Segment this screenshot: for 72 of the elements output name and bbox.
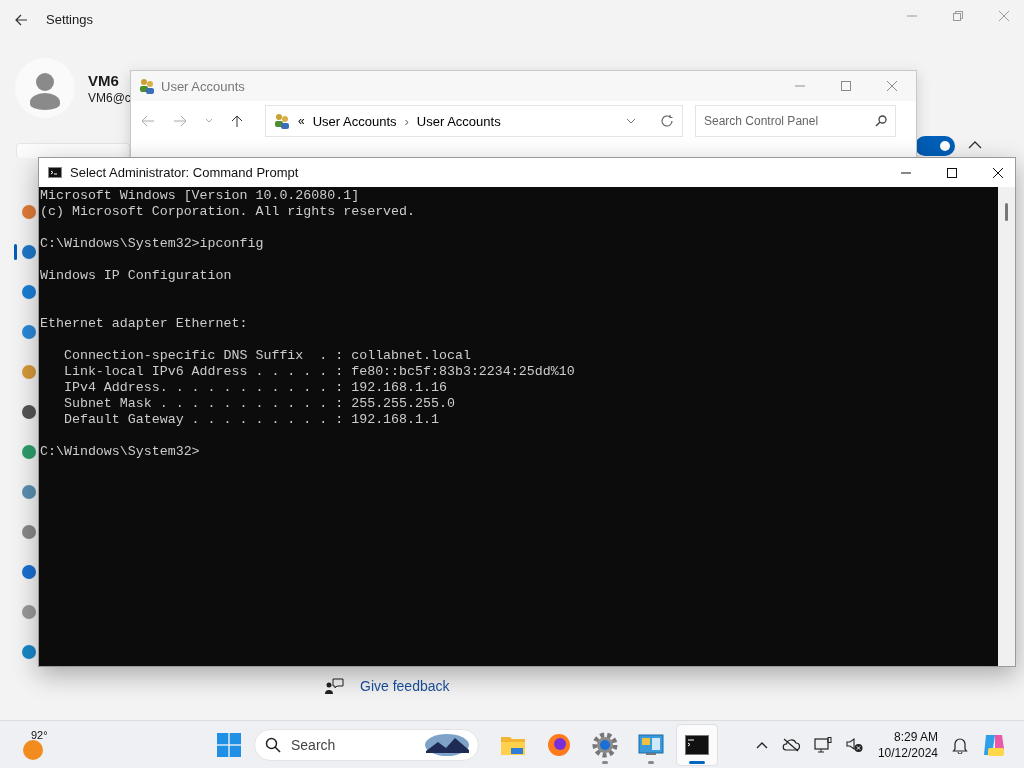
terminal-line: IPv4 Address. . . . . . . . . . . : 192.168.1.16 xyxy=(62,380,447,396)
sidebar-item-icon xyxy=(21,204,37,220)
up-arrow-icon[interactable] xyxy=(231,114,243,128)
sidebar-item-icon xyxy=(21,484,37,500)
time-text: 8:29 AM xyxy=(892,728,938,745)
sidebar-item-icon xyxy=(21,404,37,420)
terminal-line: C:\Windows\System32> xyxy=(40,444,200,460)
taskbar-app[interactable] xyxy=(677,724,717,765)
bell-icon[interactable] xyxy=(952,735,968,754)
scrollbar[interactable] xyxy=(998,187,1015,666)
feedback-icon xyxy=(324,677,344,695)
user-name: VM6 xyxy=(88,72,119,89)
date-text: 10/12/2024 xyxy=(877,744,938,761)
sidebar-item-icon xyxy=(21,324,37,340)
network-icon[interactable] xyxy=(813,736,832,753)
close-icon[interactable] xyxy=(992,166,1004,179)
assistant-app-icon[interactable] xyxy=(982,732,1006,757)
refresh-icon[interactable] xyxy=(660,114,674,128)
terminal-line: Default Gateway . . . . . . . . . : 192.168.1.1 xyxy=(62,412,439,428)
terminal-line: (c) Microsoft Corporation. All rights reserved. xyxy=(40,204,416,220)
chevron-up-icon[interactable] xyxy=(968,140,982,150)
control-panel-icon xyxy=(638,733,664,756)
terminal-line: Subnet Mask . . . . . . . . . . . : 255.255.255.0 xyxy=(62,396,455,412)
app-title: Settings xyxy=(46,12,93,27)
window-title: User Accounts xyxy=(161,78,245,94)
clock[interactable]: 8:29 AM 10/12/2024 xyxy=(877,728,938,761)
terminal-icon xyxy=(685,734,709,755)
maximize-icon[interactable] xyxy=(946,166,958,179)
cloud-off-icon[interactable] xyxy=(781,737,800,752)
gear-icon xyxy=(592,731,618,758)
back-arrow-icon[interactable] xyxy=(14,12,28,27)
users-icon xyxy=(139,78,155,94)
terminal-line: Ethernet adapter Ethernet: xyxy=(40,316,248,332)
sidebar-item-icon xyxy=(21,564,37,580)
speaker-muted-icon[interactable] xyxy=(845,736,864,753)
sidebar-item-icon xyxy=(21,284,37,300)
sidebar-item-icon xyxy=(21,364,37,380)
overflow-chevrons-icon[interactable]: « xyxy=(298,114,305,128)
terminal-line: Windows IP Configuration xyxy=(40,268,232,284)
search-icon xyxy=(265,736,281,753)
window-title: Select Administrator: Command Prompt xyxy=(70,165,299,180)
terminal-icon xyxy=(48,167,62,178)
sidebar-item-icon xyxy=(21,604,37,620)
users-icon xyxy=(274,113,290,129)
browser-icon xyxy=(547,732,571,757)
sidebar-item-icon xyxy=(21,644,37,660)
search-icon xyxy=(875,115,887,127)
terminal-line: Microsoft Windows [Version 10.0.26080.1] xyxy=(40,188,360,204)
dropdown-caret-icon[interactable] xyxy=(626,118,636,124)
folder-icon xyxy=(501,734,525,755)
terminal-line: Link-local IPv6 Address . . . . . : fe80::bc5f:83b3:2234:25dd%10 xyxy=(62,364,575,380)
search-highlight-drawing xyxy=(424,732,470,757)
search-field[interactable]: Search Control Panel xyxy=(695,105,896,137)
toggle-switch[interactable] xyxy=(915,136,955,156)
sidebar-item-icon xyxy=(21,244,37,260)
sidebar-item-icon xyxy=(21,524,37,540)
terminal-line: C:\Windows\System32>ipconfig xyxy=(40,236,264,252)
breadcrumb-separator: › xyxy=(404,113,409,129)
terminal-line: Connection-specific DNS Suffix . : collabnet.local xyxy=(62,348,471,364)
chevron-up-icon[interactable] xyxy=(755,740,768,749)
weather-sun-icon xyxy=(22,739,44,761)
breadcrumb-item[interactable]: User Accounts xyxy=(416,113,501,129)
taskbar-search-field[interactable]: Search xyxy=(254,728,479,761)
restore-icon[interactable] xyxy=(952,10,964,22)
address-bar[interactable]: « User Accounts › User Accounts xyxy=(265,105,683,137)
start-icon[interactable] xyxy=(217,732,241,757)
user-email: VM6@c xyxy=(88,91,131,105)
breadcrumb-item[interactable]: User Accounts xyxy=(312,113,397,129)
give-feedback-link[interactable]: Give feedback xyxy=(360,678,450,694)
sidebar-item-icon xyxy=(21,444,37,460)
weather-widget[interactable]: 92° xyxy=(20,729,50,761)
temperature-text: 92° xyxy=(31,729,48,741)
